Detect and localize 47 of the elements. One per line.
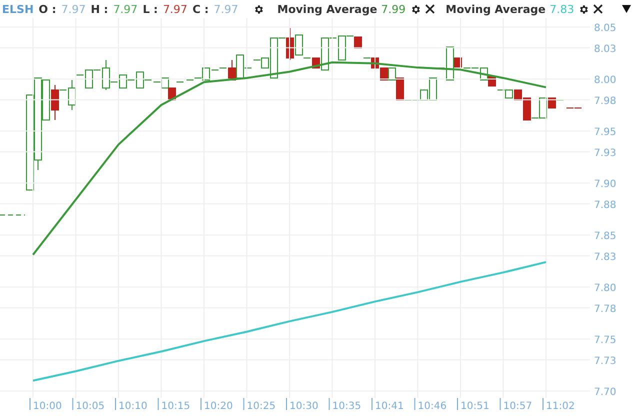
ohlc-label: H : — [90, 2, 108, 16]
ohlc-value: 7.97 — [214, 2, 238, 16]
y-axis-label: 8.03 — [594, 44, 616, 55]
y-axis-label: 7.83 — [594, 252, 616, 263]
y-axis-label: 7.93 — [594, 148, 616, 159]
y-axis-label: 7.78 — [594, 304, 616, 315]
y-axis-label: 7.75 — [594, 335, 616, 346]
x-axis-label: 10:00 — [33, 401, 62, 412]
indicator-name: Moving Average — [277, 2, 378, 16]
x-axis-label: 10:35 — [332, 401, 362, 412]
close-icon[interactable] — [424, 4, 435, 14]
settings-icon[interactable] — [578, 4, 590, 14]
y-axis-label: 7.88 — [594, 200, 616, 211]
y-axis-label: 8.00 — [594, 75, 616, 86]
x-axis-label: 10:15 — [161, 401, 190, 412]
x-axis-label: 10:41 — [375, 401, 404, 412]
ohlc-value: 7.97 — [113, 2, 138, 16]
ohlc-label: C : — [192, 2, 209, 16]
ohlc-value: 7.97 — [61, 2, 86, 16]
x-axis-label: 10:25 — [246, 401, 276, 412]
x-axis-label: 10:10 — [118, 401, 148, 412]
caret-icon[interactable] — [622, 5, 632, 13]
ohlc-label: L : — [142, 2, 158, 16]
x-axis-label: 10:46 — [418, 401, 447, 412]
settings-icon[interactable] — [410, 4, 421, 14]
x-axis-label: 11:02 — [546, 401, 575, 412]
ohlc-value: 7.97 — [162, 2, 188, 16]
y-axis-label: 8.05 — [594, 23, 616, 34]
ohlc-label: O : — [38, 2, 56, 16]
indicator-name: Moving Average — [446, 2, 546, 16]
settings-icon[interactable] — [253, 4, 264, 14]
x-axis-label: 10:20 — [204, 401, 233, 412]
y-axis-label: 7.90 — [594, 179, 616, 190]
x-axis-label: 10:57 — [503, 401, 532, 412]
close-icon[interactable] — [593, 4, 604, 14]
x-axis-label: 10:51 — [460, 401, 490, 412]
y-axis-label: 7.73 — [594, 356, 616, 367]
symbol-label: ELSH — [2, 2, 34, 16]
y-axis-label: 7.70 — [594, 387, 616, 398]
x-axis-label: 10:30 — [290, 401, 318, 412]
y-axis-label: 7.80 — [594, 283, 616, 294]
x-axis-label: 10:05 — [76, 401, 105, 412]
indicator-value: 7.83 — [550, 2, 574, 16]
y-axis-label: 7.85 — [594, 231, 616, 242]
y-axis-label: 7.98 — [594, 96, 616, 107]
y-axis-label: 7.95 — [594, 127, 616, 138]
indicator-value: 7.99 — [381, 2, 406, 16]
